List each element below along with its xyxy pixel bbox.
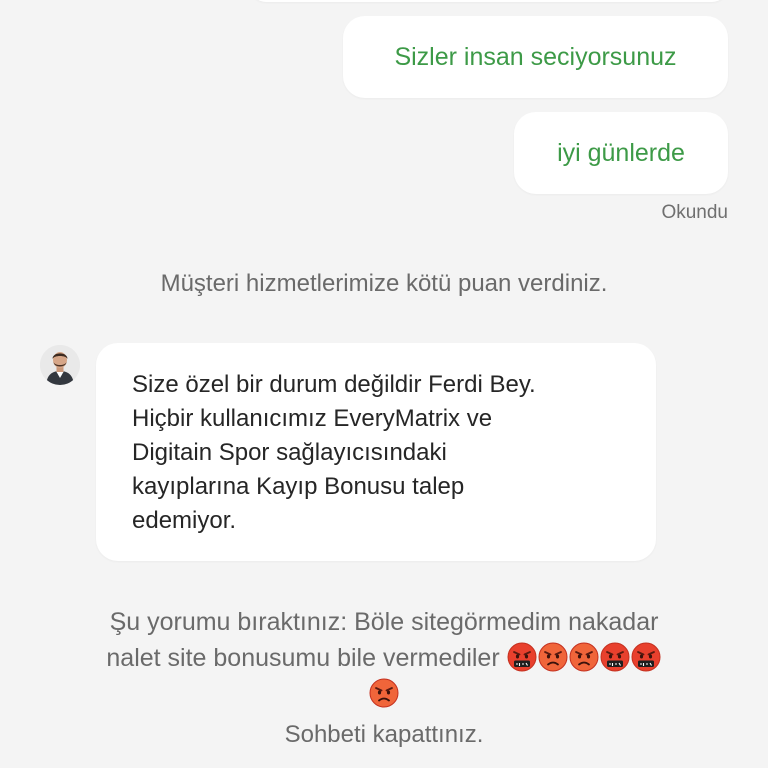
feedback-comment-line-2: nalet site bonusumu bile vermediler: [40, 640, 728, 676]
feedback-comment-text: nalet site bonusumu bile vermediler: [106, 644, 500, 672]
rating-notice: Müşteri hizmetlerimize kötü puan verdini…: [160, 270, 608, 297]
chat-closed-notice: Sohbeti kapattınız.: [284, 721, 484, 748]
agent-avatar[interactable]: [40, 345, 80, 385]
user-message-bubble[interactable]: iyi günlerde: [514, 112, 728, 194]
avatar-icon: [40, 345, 80, 385]
feedback-comment: Şu yorumu bıraktınız: Böle sitegörmedim …: [40, 604, 728, 712]
read-receipt: Okundu: [661, 202, 728, 223]
emoji-group: [369, 678, 400, 708]
agent-message-line: Size özel bir durum değildir Ferdi Bey.: [132, 371, 536, 398]
user-message-text: iyi günlerde: [557, 138, 685, 167]
angry-face-emoji-icon: [369, 678, 400, 708]
agent-message-line: Digitain Spor sağlayıcısındaki: [132, 439, 447, 466]
agent-message-line: kayıplarına Kayıp Bonusu talep: [132, 473, 465, 500]
angry-face-emoji-icon: [569, 642, 600, 672]
feedback-comment-line-3: [40, 676, 728, 712]
user-message-text: Sizler insan seciyorsunuz: [394, 42, 677, 71]
cursing-face-emoji-icon: [600, 642, 631, 672]
previous-message-bubble: [250, 0, 728, 2]
emoji-group: [507, 642, 662, 672]
agent-message-bubble[interactable]: Size özel bir durum değildir Ferdi Bey. …: [96, 343, 656, 561]
user-message-bubble[interactable]: Sizler insan seciyorsunuz: [343, 16, 728, 98]
cursing-face-emoji-icon: [631, 642, 662, 672]
angry-face-emoji-icon: [538, 642, 569, 672]
feedback-comment-line: Şu yorumu bıraktınız: Böle sitegörmedim …: [109, 608, 659, 636]
chat-conversation: Sizler insan seciyorsunuz iyi günlerde O…: [0, 0, 768, 768]
agent-message-line: edemiyor.: [132, 507, 237, 534]
cursing-face-emoji-icon: [507, 642, 538, 672]
agent-message-line: Hiçbir kullanıcımız EveryMatrix ve: [132, 405, 493, 432]
